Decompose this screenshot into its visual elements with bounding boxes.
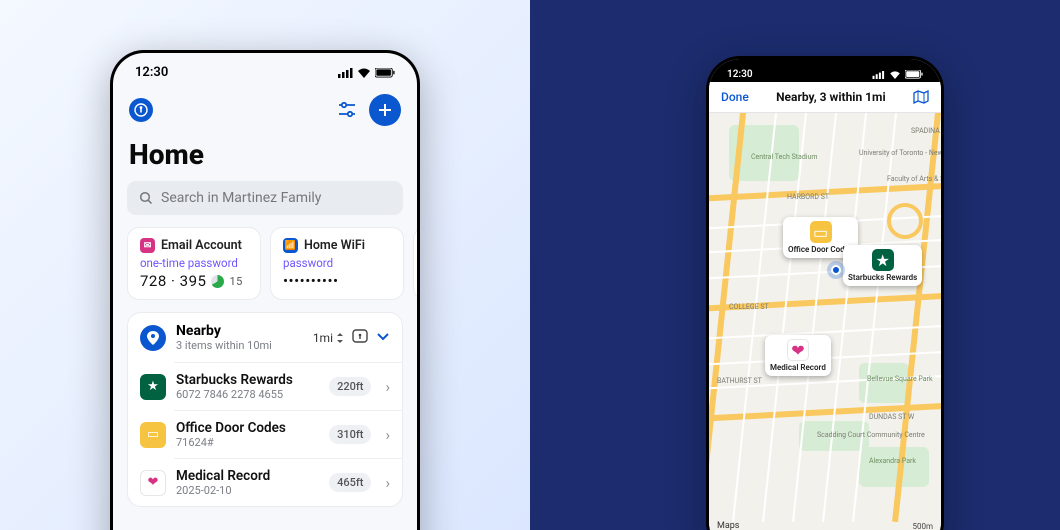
- map-label: Alexandra Park: [869, 457, 916, 465]
- map-label: University of Toronto - New College: [859, 149, 941, 157]
- chevron-right-icon: ›: [381, 426, 390, 444]
- app-logo-icon: [129, 98, 153, 122]
- map-label: Central Tech Stadium: [751, 153, 817, 161]
- status-bar: 12:30: [113, 53, 417, 86]
- status-time: 12:30: [727, 69, 753, 80]
- chevron-right-icon: ›: [381, 474, 390, 492]
- chevron-down-icon[interactable]: [376, 331, 390, 345]
- chevron-right-icon: ›: [381, 378, 390, 396]
- right-panel: 12:30 Done Nearby, 3 within 1mi: [530, 0, 1060, 530]
- phone-home: 12:30: [110, 50, 420, 530]
- map-label: COLLEGE ST: [729, 303, 769, 311]
- status-icons: [338, 68, 395, 78]
- nearby-item-starbucks[interactable]: ★ Starbucks Rewards6072 7846 2278 4655 2…: [128, 363, 402, 410]
- map-label: DUNDAS ST W: [869, 413, 914, 421]
- nearby-panel: Nearby 3 items within 10mi 1mi ★ Starbuc…: [127, 312, 403, 507]
- map-label: BATHURST ST: [717, 377, 762, 385]
- phone-map: 12:30 Done Nearby, 3 within 1mi: [706, 56, 944, 530]
- home-screen: 12:30: [113, 53, 417, 530]
- starbucks-icon: ★: [140, 374, 166, 400]
- left-panel: 12:30: [0, 0, 530, 530]
- map-pin-medical[interactable]: ❤ Medical Record: [765, 335, 831, 376]
- map-label: Bellevue Square Park: [867, 375, 933, 383]
- distance-badge: 310ft: [329, 425, 371, 444]
- card-wifi[interactable]: 📶Home WiFi password ••••••••••: [270, 227, 404, 300]
- map-label: HARBORD ST: [787, 193, 829, 201]
- status-icons: [872, 70, 923, 79]
- map-icon[interactable]: [352, 329, 368, 346]
- map-pin-starbucks[interactable]: ★ Starbucks Rewards: [843, 245, 922, 286]
- map-scale: 500m: [912, 522, 933, 530]
- location-pin-icon: [140, 325, 166, 351]
- nearby-item-office[interactable]: ▭ Office Door Codes71624# 310ft ›: [128, 411, 402, 458]
- distance-badge: 220ft: [329, 377, 371, 396]
- status-bar: 12:30: [709, 59, 941, 82]
- done-button[interactable]: Done: [721, 90, 749, 104]
- map-view[interactable]: Central Tech Stadium University of Toront…: [709, 113, 941, 530]
- user-location-icon: [831, 265, 841, 275]
- map-label: SPADINA AVE: [911, 127, 941, 135]
- page-title: Home: [113, 134, 417, 181]
- heart-icon: ❤: [140, 470, 166, 496]
- add-button[interactable]: [369, 94, 401, 126]
- wifi-icon: 📶: [283, 238, 298, 253]
- map-label: Faculty of Arts & Science: [887, 175, 941, 183]
- nearby-item-medical[interactable]: ❤ Medical Record2025-02-10 465ft ›: [128, 459, 402, 506]
- map-attribution: Maps: [717, 521, 739, 530]
- nearby-header[interactable]: Nearby 3 items within 10mi 1mi: [128, 313, 402, 362]
- status-time: 12:30: [135, 65, 168, 80]
- card-email[interactable]: ✉Email Account one-time password 728 · 3…: [127, 227, 261, 300]
- nav-title: Nearby, 3 within 1mi: [776, 90, 886, 104]
- distance-badge: 465ft: [329, 473, 371, 492]
- otp-timer-icon: [211, 275, 224, 288]
- nav-bar: Done Nearby, 3 within 1mi: [709, 82, 941, 113]
- radius-selector[interactable]: 1mi: [313, 331, 344, 345]
- search-icon: [139, 191, 153, 205]
- envelope-icon: ✉: [140, 238, 155, 253]
- filter-button[interactable]: [337, 101, 357, 119]
- suggestions-row: ✉Email Account one-time password 728 · 3…: [113, 227, 417, 312]
- map-toggle-button[interactable]: [913, 90, 929, 104]
- app-bar: [113, 86, 417, 134]
- notes-icon: ▭: [140, 422, 166, 448]
- card-peek[interactable]: 🌐I num 07H: [413, 227, 417, 300]
- search-input[interactable]: Search in Martinez Family: [127, 181, 403, 215]
- map-screen: 12:30 Done Nearby, 3 within 1mi: [709, 59, 941, 530]
- search-placeholder: Search in Martinez Family: [161, 190, 321, 206]
- map-label: Scadding Court Community Centre: [817, 431, 925, 439]
